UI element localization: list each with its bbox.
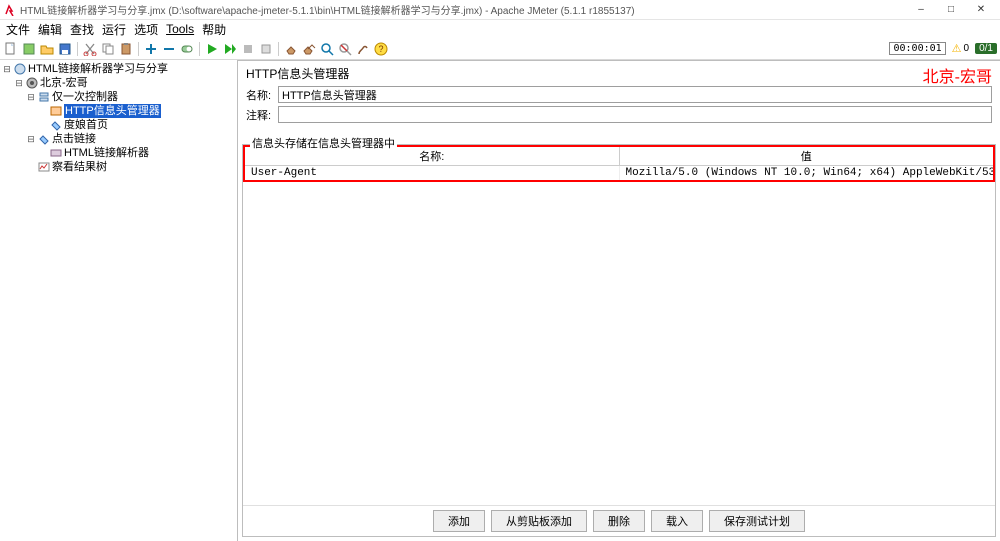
- minimize-button[interactable]: –: [906, 0, 936, 20]
- comment-label: 注释:: [246, 107, 278, 123]
- menu-run[interactable]: 运行: [100, 21, 128, 38]
- sampler-icon: [38, 133, 50, 145]
- tree-html-parser[interactable]: HTML链接解析器: [64, 146, 149, 160]
- cell-value[interactable]: Mozilla/5.0 (Windows NT 10.0; Win64; x64…: [620, 166, 994, 180]
- editor-panel: 北京-宏哥 HTTP信息头管理器 名称: 注释: 信息头存储在信息头管理器中 名…: [238, 60, 1000, 541]
- start-icon[interactable]: [204, 41, 220, 57]
- stop-icon[interactable]: [240, 41, 256, 57]
- app-icon: [4, 4, 16, 16]
- menu-search[interactable]: 查找: [68, 21, 96, 38]
- shutdown-icon[interactable]: [258, 41, 274, 57]
- toolbar: ? 00:00:01 ⚠0 0/1: [0, 38, 1000, 60]
- group-label: 信息头存储在信息头管理器中: [250, 135, 397, 151]
- paste-icon[interactable]: [118, 41, 134, 57]
- listener-icon: [38, 161, 50, 173]
- test-plan-tree[interactable]: ⊟HTML链接解析器学习与分享 ⊟北京-宏哥 ⊟仅一次控制器 HTTP信息头管理…: [0, 60, 238, 541]
- save-button[interactable]: 保存测试计划: [709, 510, 805, 532]
- comment-input[interactable]: [278, 106, 992, 123]
- add-from-clipboard-button[interactable]: 从剪贴板添加: [491, 510, 587, 532]
- menu-file[interactable]: 文件: [4, 21, 32, 38]
- window-title: HTML链接解析器学习与分享.jmx (D:\software\apache-j…: [20, 2, 635, 17]
- sampler-icon: [50, 119, 62, 131]
- tree-threadgroup[interactable]: 北京-宏哥: [40, 76, 88, 90]
- templates-icon[interactable]: [21, 41, 37, 57]
- menu-help[interactable]: 帮助: [200, 21, 228, 38]
- menu-edit[interactable]: 编辑: [36, 21, 64, 38]
- search-icon[interactable]: [319, 41, 335, 57]
- save-icon[interactable]: [57, 41, 73, 57]
- reset-search-icon[interactable]: [337, 41, 353, 57]
- name-input[interactable]: [278, 86, 992, 103]
- tree-root[interactable]: HTML链接解析器学习与分享: [28, 62, 168, 76]
- cut-icon[interactable]: [82, 41, 98, 57]
- menu-tools[interactable]: Tools: [164, 22, 196, 36]
- warning-count[interactable]: ⚠0: [952, 42, 969, 55]
- menu-bar: 文件 编辑 查找 运行 选项 Tools 帮助: [0, 20, 1000, 38]
- cell-name[interactable]: User-Agent: [245, 166, 620, 180]
- tree-header-manager[interactable]: HTTP信息头管理器: [64, 104, 161, 118]
- svg-text:?: ?: [378, 44, 383, 54]
- title-bar: HTML链接解析器学习与分享.jmx (D:\software\apache-j…: [0, 0, 1000, 20]
- start-no-pause-icon[interactable]: [222, 41, 238, 57]
- delete-button[interactable]: 删除: [593, 510, 645, 532]
- expand-icon[interactable]: [143, 41, 159, 57]
- testplan-icon: [14, 63, 26, 75]
- function-helper-icon[interactable]: [355, 41, 371, 57]
- table-empty-area[interactable]: [243, 182, 995, 505]
- help-icon[interactable]: ?: [373, 41, 389, 57]
- thread-counter: 0/1: [975, 43, 997, 54]
- watermark: 北京-宏哥: [923, 63, 992, 87]
- maximize-button[interactable]: □: [936, 0, 966, 20]
- name-label: 名称:: [246, 87, 278, 103]
- col-value[interactable]: 值: [620, 147, 994, 165]
- config-icon: [50, 105, 62, 117]
- collapse-icon[interactable]: [161, 41, 177, 57]
- tree-dubo[interactable]: 度娘首页: [64, 118, 108, 132]
- copy-icon[interactable]: [100, 41, 116, 57]
- controller-icon: [38, 91, 50, 103]
- preproc-icon: [50, 147, 62, 159]
- add-button[interactable]: 添加: [433, 510, 485, 532]
- panel-title: HTTP信息头管理器: [246, 65, 992, 82]
- tree-view-results[interactable]: 察看结果树: [52, 160, 107, 174]
- tree-click-link[interactable]: 点击链接: [52, 132, 96, 146]
- elapsed-timer: 00:00:01: [889, 42, 945, 55]
- clear-icon[interactable]: [283, 41, 299, 57]
- toggle-icon[interactable]: [179, 41, 195, 57]
- table-row[interactable]: User-Agent Mozilla/5.0 (Windows NT 10.0;…: [245, 166, 993, 180]
- new-icon[interactable]: [3, 41, 19, 57]
- clear-all-icon[interactable]: [301, 41, 317, 57]
- tree-once-controller[interactable]: 仅一次控制器: [52, 90, 118, 104]
- menu-options[interactable]: 选项: [132, 21, 160, 38]
- threadgroup-icon: [26, 77, 38, 89]
- close-window-button[interactable]: ✕: [966, 0, 996, 20]
- open-icon[interactable]: [39, 41, 55, 57]
- load-button[interactable]: 载入: [651, 510, 703, 532]
